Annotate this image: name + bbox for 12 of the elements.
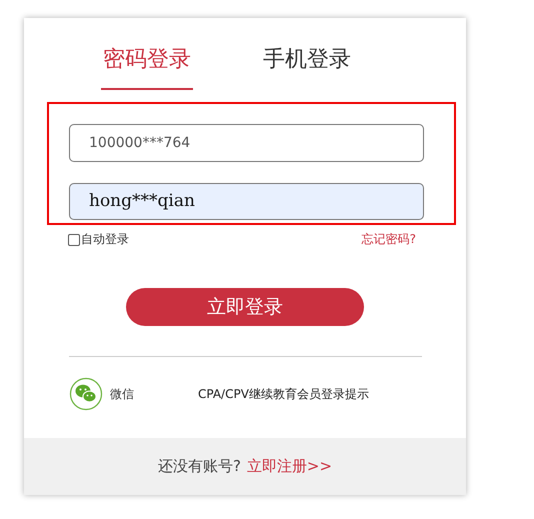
wechat-icon[interactable] [69, 377, 103, 411]
password-field[interactable]: hong***qian [69, 182, 424, 220]
login-button[interactable]: 立即登录 [126, 288, 364, 326]
login-hint-link[interactable]: CPA/CPV继续教育会员登录提示 [198, 386, 369, 402]
login-tab[interactable]: 手机登录 [261, 40, 353, 88]
wechat-label[interactable]: 微信 [110, 386, 134, 402]
forgot-password-link[interactable]: 忘记密码? [362, 231, 416, 248]
auto-login-checkbox[interactable]: 自动登录 [68, 231, 129, 248]
no-account-text: 还没有账号? [158, 457, 241, 476]
login-tab[interactable]: 密码登录 [101, 40, 193, 90]
register-link[interactable]: 立即注册>> [246, 457, 332, 476]
account-field[interactable]: 100000***764 [69, 124, 424, 162]
